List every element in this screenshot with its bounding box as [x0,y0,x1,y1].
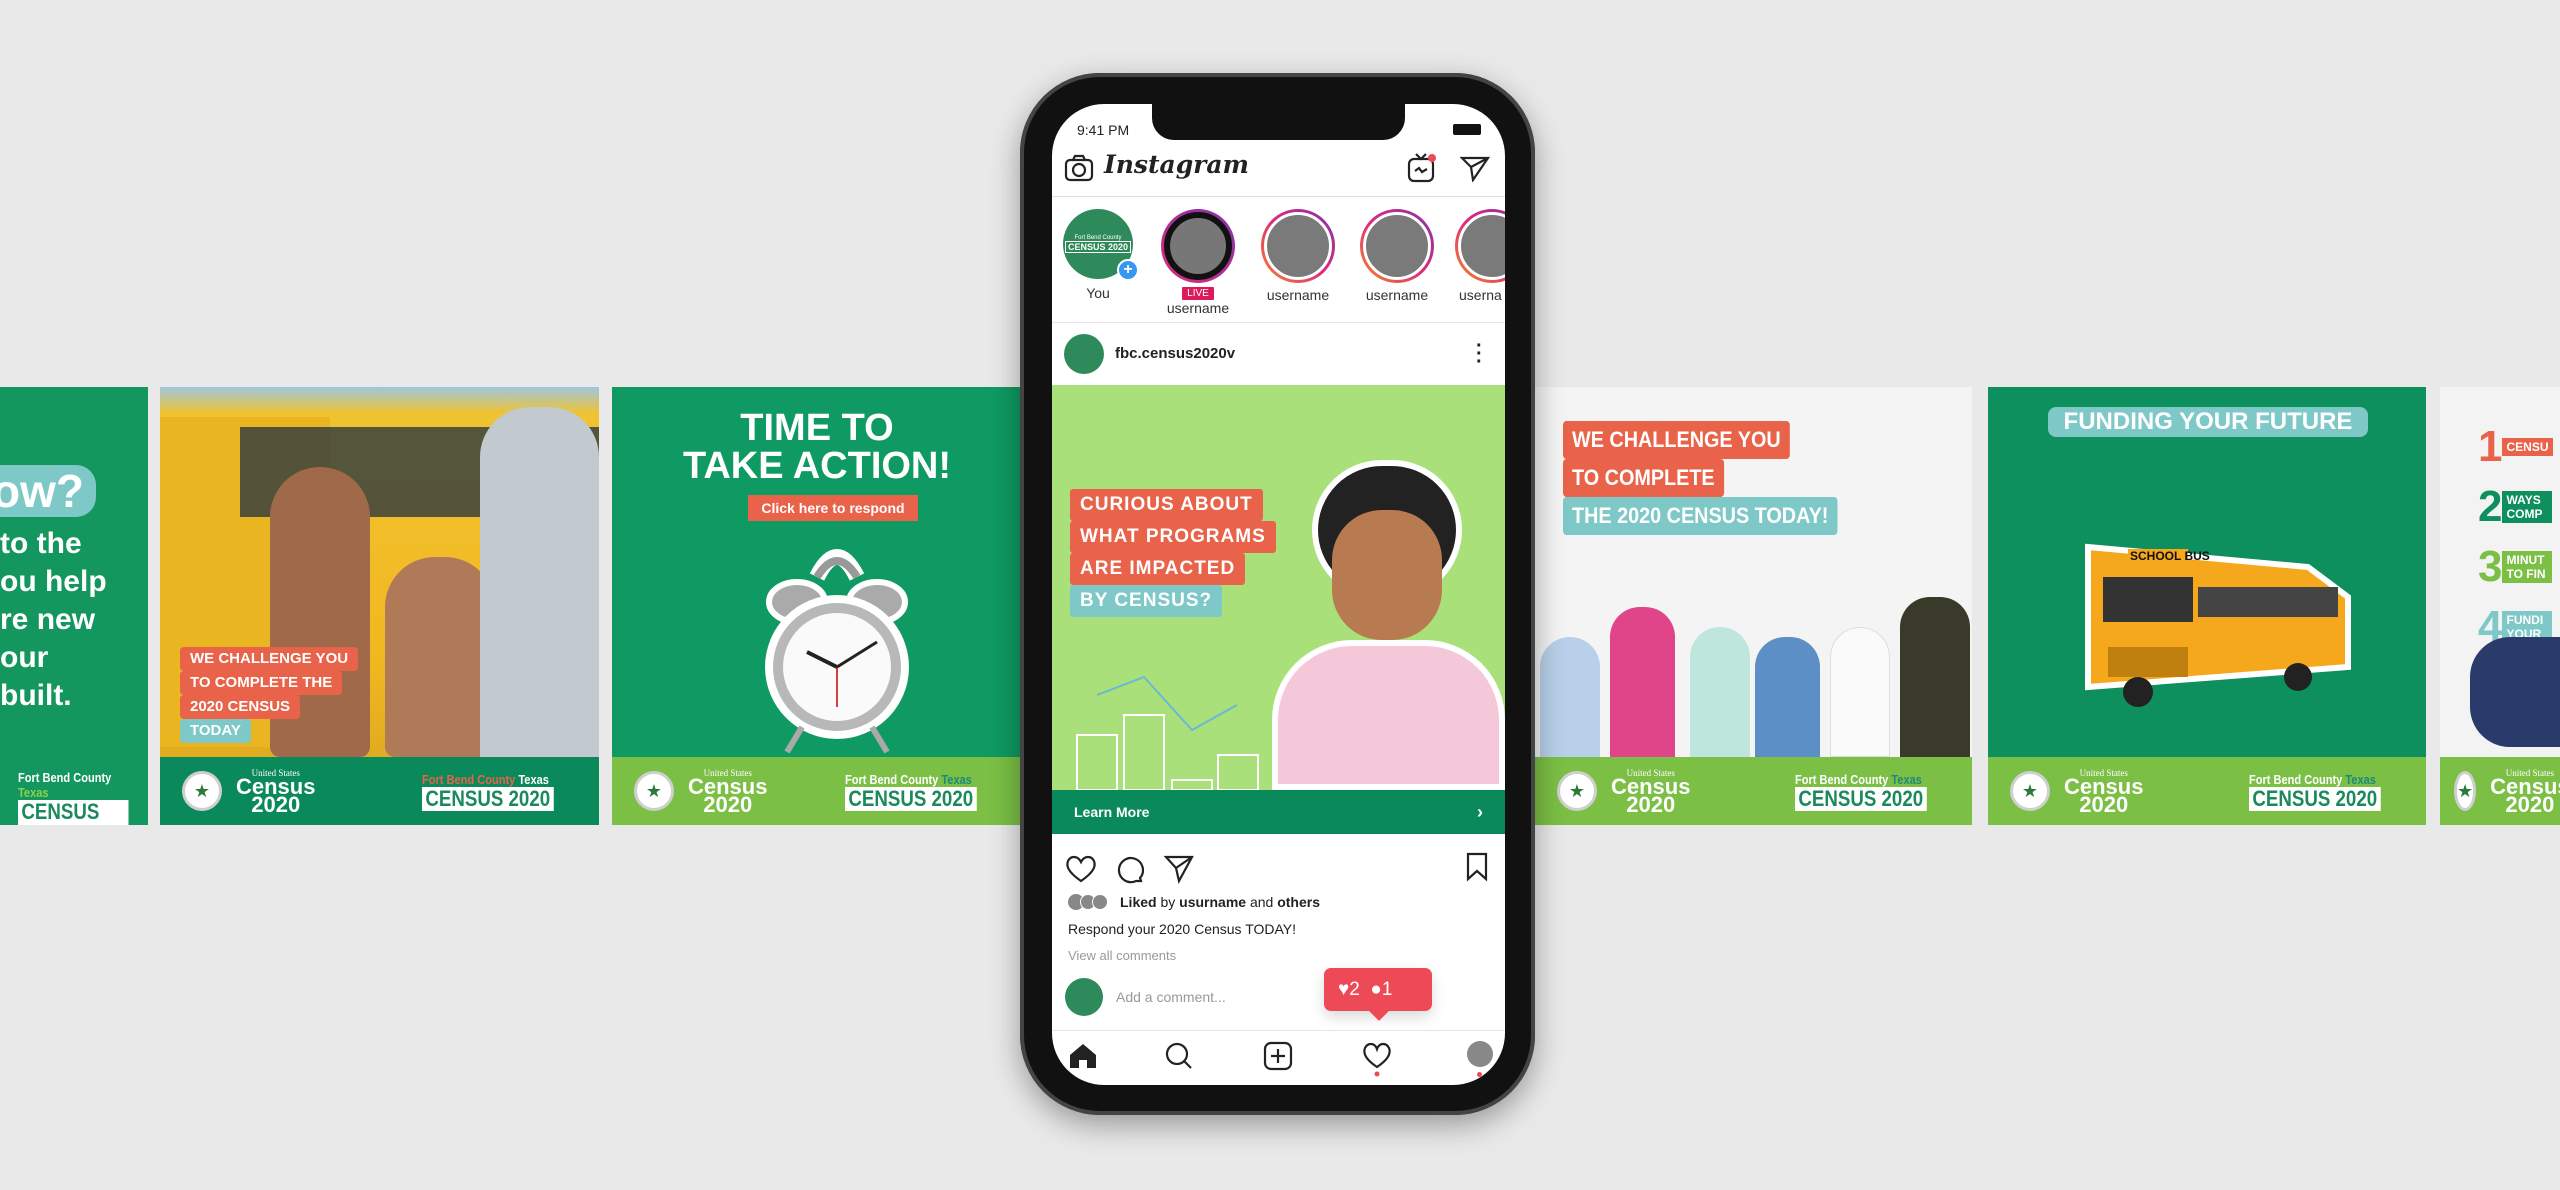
add-story-icon[interactable]: + [1117,259,1139,281]
phone-notch [1152,104,1405,140]
chevron-right-icon: › [1477,802,1483,822]
us-census-logo: United StatesCensus2020 [1611,768,1691,817]
activity-icon[interactable] [1362,1041,1392,1077]
story-item[interactable]: userna [1455,209,1505,303]
search-icon[interactable] [1164,1041,1194,1071]
avatar: Fort Bend County CENSUS 2020 + [1063,209,1139,281]
notification-dot [1477,1072,1482,1077]
headline-line: WE CHALLENGE YOU [1563,421,1790,459]
home-icon[interactable] [1068,1041,1098,1069]
heart-icon: ♥ [1338,979,1350,1000]
liker-avatars [1068,894,1108,910]
respond-button[interactable]: Click here to respond [748,495,918,521]
headline-accent: THE 2020 CENSUS TODAY! [1563,497,1838,535]
story-your[interactable]: Fort Bend County CENSUS 2020 + You [1058,209,1139,301]
status-time: 9:41 PM [1077,122,1130,138]
battery-icon [1453,124,1481,135]
like-icon[interactable] [1064,854,1098,884]
photo-boy-large [480,407,599,757]
photo-boy-small [385,557,495,757]
body-line: to the [0,527,82,560]
county-seal-icon: ★ [634,771,674,811]
post-tile-4: WE CHALLENGE YOU TO COMPLETE THE 2020 CE… [1535,387,1972,825]
comment-icon[interactable] [1114,854,1144,884]
body-line: our [0,641,49,674]
app-logo: Instagram [1104,150,1249,179]
post-username[interactable]: fbc.census2020v [1115,345,1235,362]
title-line: TIME TO [740,407,894,449]
comment-input[interactable]: Add a comment... [1116,989,1226,1005]
share-icon[interactable] [1164,854,1194,884]
post-tile-6: 1 CENSU 2 WAYS COMP 3 MINUT TO FIN 4 FUNDI Y… [2440,387,2560,825]
county-seal-icon: ★ [1557,771,1597,811]
brand-logo: Fort Bend County Texas CENSUS 2020 [422,772,577,811]
story-item[interactable]: username [1258,209,1338,303]
school-bus-icon: SCHOOL BUS [2048,527,2378,707]
post-tile-1: ow? to the ou help re new our built. For… [0,387,148,825]
county-seal-icon: ★ [2010,771,2050,811]
live-badge: LIVE [1180,285,1216,302]
igtv-icon[interactable] [1407,151,1437,183]
post-image[interactable]: CURIOUS ABOUT WHAT PROGRAMS ARE IMPACTED… [1052,385,1505,790]
us-census-logo: United StatesCensus2020 [2490,768,2560,817]
body-line: built. [0,679,72,712]
us-census-logo: United StatesCensus2020 [236,768,316,817]
headline-accent: TODAY [180,719,251,743]
new-post-icon[interactable] [1263,1041,1293,1071]
brand-logo: Fort Bend County Texas CENSUS 2020 [2249,772,2404,811]
headline-line: 2020 CENSUS [180,695,301,719]
headline-line: WE CHALLENGE YOU [180,647,359,671]
title-line: TAKE ACTION! [682,445,952,487]
commenter-avatar [1065,978,1103,1016]
headline-line: TO COMPLETE [1563,459,1724,497]
headline: FUNDING YOUR FUTURE [2048,407,2368,437]
learn-more-button[interactable]: Learn More › [1052,790,1505,834]
likes-summary[interactable]: Liked by usurname and others [1068,894,1320,910]
brand-logo: Fort Bend County Texas CENSUS 2020 [18,770,148,825]
post-caption: Respond your 2020 Census TODAY! [1068,921,1297,937]
county-seal-icon: ★ [2454,771,2477,811]
profile-avatar[interactable] [1467,1041,1493,1067]
direct-message-icon[interactable] [1460,154,1490,182]
comment-bubble-icon: ● [1370,979,1382,1000]
us-census-logo: United StatesCensus2020 [688,768,768,817]
more-options-icon[interactable]: · · · [1476,336,1483,372]
county-seal-icon: ★ [182,771,222,811]
chart-graphic [1076,675,1259,790]
body-line: re new [0,603,96,636]
post-avatar[interactable] [1064,334,1104,374]
view-all-comments-link[interactable]: View all comments [1068,948,1176,963]
brand-logo: Fort Bend County Texas CENSUS 2020 [1795,772,1950,811]
headline-line: TO COMPLETE THE [180,671,343,695]
headline: ow? [0,465,96,517]
brand-logo: Fort Bend County Texas CENSUS 2020 [845,772,1000,811]
instagram-screen: 9:41 PM Instagram Fort Bend County CENSU… [1052,104,1505,1085]
post-tile-3: TIME TO TAKE ACTION! Click here to respo… [612,387,1022,825]
story-item[interactable]: LIVE username [1158,209,1238,316]
photo-children [1540,567,1970,757]
camera-icon[interactable] [1064,154,1094,182]
post-tile-2: WE CHALLENGE YOU TO COMPLETE THE 2020 CE… [160,387,599,825]
post-tile-5: FUNDING YOUR FUTURE SCHOOL BUS ★ United … [1988,387,2426,825]
us-census-logo: United StatesCensus2020 [2064,768,2144,817]
photo-surprised-child [1272,460,1505,790]
bookmark-icon[interactable] [1465,852,1489,882]
activity-notification[interactable]: ♥2 ●1 [1324,968,1432,1021]
alarm-clock-icon [762,537,912,757]
story-item[interactable]: username [1357,209,1437,303]
body-line: ou help [0,565,107,598]
